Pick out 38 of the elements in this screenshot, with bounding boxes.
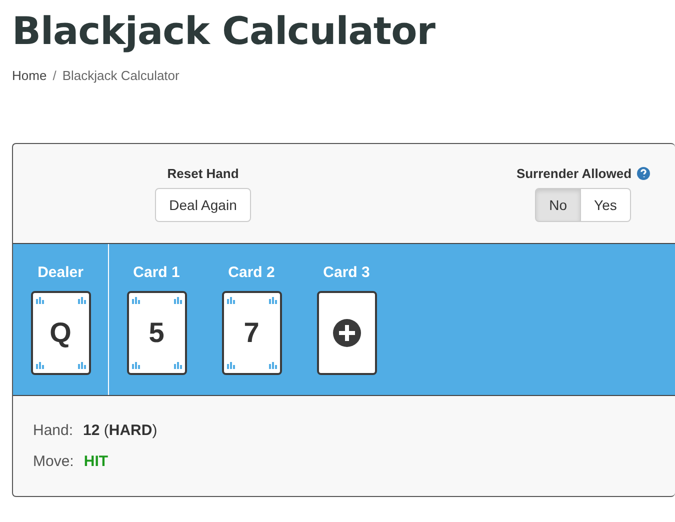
- card-label: Card 2: [228, 264, 275, 281]
- suit-icon: [174, 297, 182, 304]
- card-value: 5: [148, 317, 164, 349]
- playing-card[interactable]: Q: [30, 291, 90, 375]
- card-label: Card 1: [133, 264, 180, 281]
- suit-icon: [36, 297, 44, 304]
- playing-card[interactable]: 5: [126, 291, 186, 375]
- card-label: Card 3: [323, 264, 370, 281]
- suit-icon: [132, 297, 140, 304]
- suit-icon: [78, 362, 86, 369]
- breadcrumb-separator: /: [52, 68, 56, 83]
- card-value: Q: [50, 317, 72, 349]
- suit-icon: [174, 362, 182, 369]
- suit-icon: [132, 362, 140, 369]
- suit-icon: [268, 362, 276, 369]
- result-label: Hand:: [33, 422, 74, 439]
- reset-label: Reset Hand: [167, 166, 239, 181]
- plus-icon: [332, 319, 360, 347]
- suit-icon: [268, 297, 276, 304]
- breadcrumb-link[interactable]: Home: [12, 68, 47, 83]
- surrender-option[interactable]: No: [535, 188, 582, 222]
- help-icon[interactable]: [636, 167, 650, 180]
- suit-icon: [36, 362, 44, 369]
- deal-again-button[interactable]: Deal Again: [155, 188, 251, 222]
- move-value: HIT: [84, 453, 108, 470]
- breadcrumb-current: Blackjack Calculator: [62, 68, 180, 83]
- playing-card[interactable]: 7: [222, 291, 282, 375]
- suit-icon: [226, 297, 234, 304]
- card-value: 7: [244, 317, 260, 349]
- dealer-label: Dealer: [38, 264, 84, 281]
- suit-icon: [78, 297, 86, 304]
- add-card-button[interactable]: [316, 291, 376, 375]
- result-label: Move:: [33, 453, 74, 470]
- surrender-label: Surrender Allowed: [516, 166, 632, 181]
- surrender-option[interactable]: Yes: [581, 188, 631, 222]
- page-title: Blackjack Calculator: [12, 8, 436, 55]
- suit-icon: [226, 362, 234, 369]
- hand-value: 12 (HARD): [83, 422, 158, 439]
